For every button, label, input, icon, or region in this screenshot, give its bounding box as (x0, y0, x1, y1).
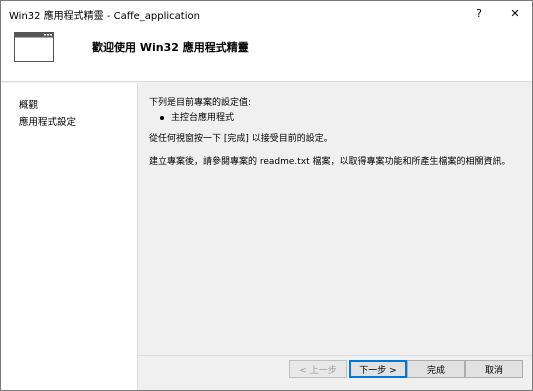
finish-button[interactable]: 完成 (407, 360, 465, 378)
window-icon (14, 32, 54, 62)
previous-button[interactable]: < 上一步 (289, 360, 347, 378)
settings-list-item-label: 主控台應用程式 (171, 113, 235, 123)
button-divider (137, 355, 532, 356)
wizard-window: Win32 應用程式精靈 - Caffe_application ? ✕ 歡迎使… (0, 0, 533, 391)
help-button[interactable]: ? (462, 1, 496, 26)
close-button[interactable]: ✕ (498, 1, 532, 26)
close-icon: ✕ (510, 7, 520, 20)
page-title: 歡迎使用 Win32 應用程式精靈 (92, 41, 249, 54)
sidebar-item-application-settings[interactable]: 應用程式設定 (19, 114, 76, 128)
cancel-button[interactable]: 取消 (465, 360, 523, 378)
settings-list-item: 主控台應用程式 (160, 110, 234, 123)
readme-hint-text: 建立專案後，請參閱專案的 readme.txt 檔案，以取得專案功能和所產生檔案… (149, 157, 511, 167)
sidebar-item-overview[interactable]: 概觀 (19, 97, 38, 111)
wizard-content: 下列是目前專案的設定值: 主控台應用程式 從任何視窗按一下 [完成] 以接受目前… (137, 83, 532, 390)
settings-intro-text: 下列是目前專案的設定值: (149, 98, 252, 108)
window-title: Win32 應用程式精靈 - Caffe_application (9, 11, 200, 22)
help-icon: ? (476, 7, 482, 20)
wizard-header: 歡迎使用 Win32 應用程式精靈 (1, 26, 532, 82)
bullet-icon (160, 115, 164, 120)
wizard-sidebar: 概觀 應用程式設定 (1, 83, 137, 390)
next-button[interactable]: 下一步 > (349, 360, 407, 378)
finish-hint-text: 從任何視窗按一下 [完成] 以接受目前的設定。 (149, 134, 333, 144)
title-bar: Win32 應用程式精靈 - Caffe_application ? ✕ (1, 1, 532, 26)
